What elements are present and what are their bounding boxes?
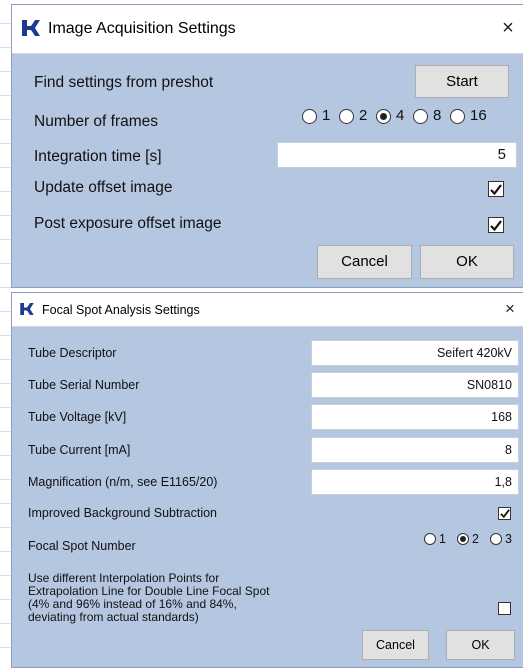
- tube-voltage-label: Tube Voltage [kV]: [28, 410, 127, 424]
- frames-option-label: 16: [470, 107, 487, 124]
- tube-serial-input[interactable]: SN0810: [311, 372, 519, 398]
- update-offset-checkbox[interactable]: [488, 181, 504, 197]
- spot-radio-2[interactable]: [457, 533, 469, 545]
- integration-label: Integration time [s]: [34, 148, 162, 165]
- spot-option-label: 1: [439, 532, 446, 546]
- start-button[interactable]: Start: [415, 65, 509, 98]
- title-bar[interactable]: Focal Spot Analysis Settings ×: [12, 293, 523, 327]
- app-logo-icon: [20, 302, 34, 320]
- spot-radio-3[interactable]: [490, 533, 502, 545]
- ok-button[interactable]: OK: [420, 245, 514, 279]
- tube-current-input[interactable]: 8: [311, 437, 519, 463]
- frames-radio-1[interactable]: [302, 109, 317, 124]
- background-window-edge: [0, 0, 12, 669]
- frames-option-label: 8: [433, 107, 442, 124]
- magnification-label: Magnification (n/m, see E1165/20): [28, 475, 218, 489]
- preshot-label: Find settings from preshot: [34, 74, 214, 91]
- tube-descriptor-label: Tube Descriptor: [28, 346, 117, 360]
- frames-option-label: 2: [359, 107, 368, 124]
- spot-option-label: 3: [505, 532, 512, 546]
- spot-radio-1[interactable]: [424, 533, 436, 545]
- post-exposure-checkbox[interactable]: [488, 217, 504, 233]
- cancel-button[interactable]: Cancel: [362, 630, 429, 660]
- update-offset-label: Update offset image: [34, 179, 173, 196]
- close-icon[interactable]: ×: [497, 17, 519, 40]
- interpolation-checkbox[interactable]: [498, 602, 511, 615]
- cancel-button[interactable]: Cancel: [317, 245, 412, 279]
- tube-voltage-input[interactable]: 168: [311, 404, 519, 430]
- frames-radio-8[interactable]: [413, 109, 428, 124]
- spot-option-label: 2: [472, 532, 479, 546]
- dialog-title: Image Acquisition Settings: [48, 20, 236, 37]
- checkmark-icon: [499, 509, 510, 518]
- frames-radio-4[interactable]: [376, 109, 391, 124]
- spot-number-label: Focal Spot Number: [28, 539, 136, 553]
- interpolation-line: deviating from actual standards): [28, 610, 199, 624]
- app-logo-icon: [22, 20, 40, 41]
- close-icon[interactable]: ×: [499, 299, 521, 319]
- post-exposure-label: Post exposure offset image: [34, 215, 222, 232]
- tube-descriptor-input[interactable]: Seifert 420kV: [311, 340, 519, 366]
- title-bar[interactable]: Image Acquisition Settings ×: [12, 5, 523, 54]
- bg-subtraction-label: Improved Background Subtraction: [28, 506, 217, 520]
- image-acquisition-dialog: Image Acquisition Settings × Find settin…: [12, 5, 523, 287]
- bg-subtraction-checkbox[interactable]: [498, 507, 511, 520]
- magnification-input[interactable]: 1,8: [311, 469, 519, 495]
- tube-serial-label: Tube Serial Number: [28, 378, 140, 392]
- frames-option-label: 4: [396, 107, 405, 124]
- frames-label: Number of frames: [34, 113, 159, 130]
- frames-radio-16[interactable]: [450, 109, 465, 124]
- checkmark-icon: [490, 219, 502, 231]
- integration-time-input[interactable]: 5: [277, 142, 517, 168]
- tube-current-label: Tube Current [mA]: [28, 443, 131, 457]
- checkmark-icon: [490, 183, 502, 195]
- frames-radio-2[interactable]: [339, 109, 354, 124]
- frames-option-label: 1: [322, 107, 331, 124]
- dialog-title: Focal Spot Analysis Settings: [42, 303, 200, 317]
- ok-button[interactable]: OK: [446, 630, 515, 660]
- focal-spot-dialog: Focal Spot Analysis Settings × Tube Desc…: [12, 293, 523, 667]
